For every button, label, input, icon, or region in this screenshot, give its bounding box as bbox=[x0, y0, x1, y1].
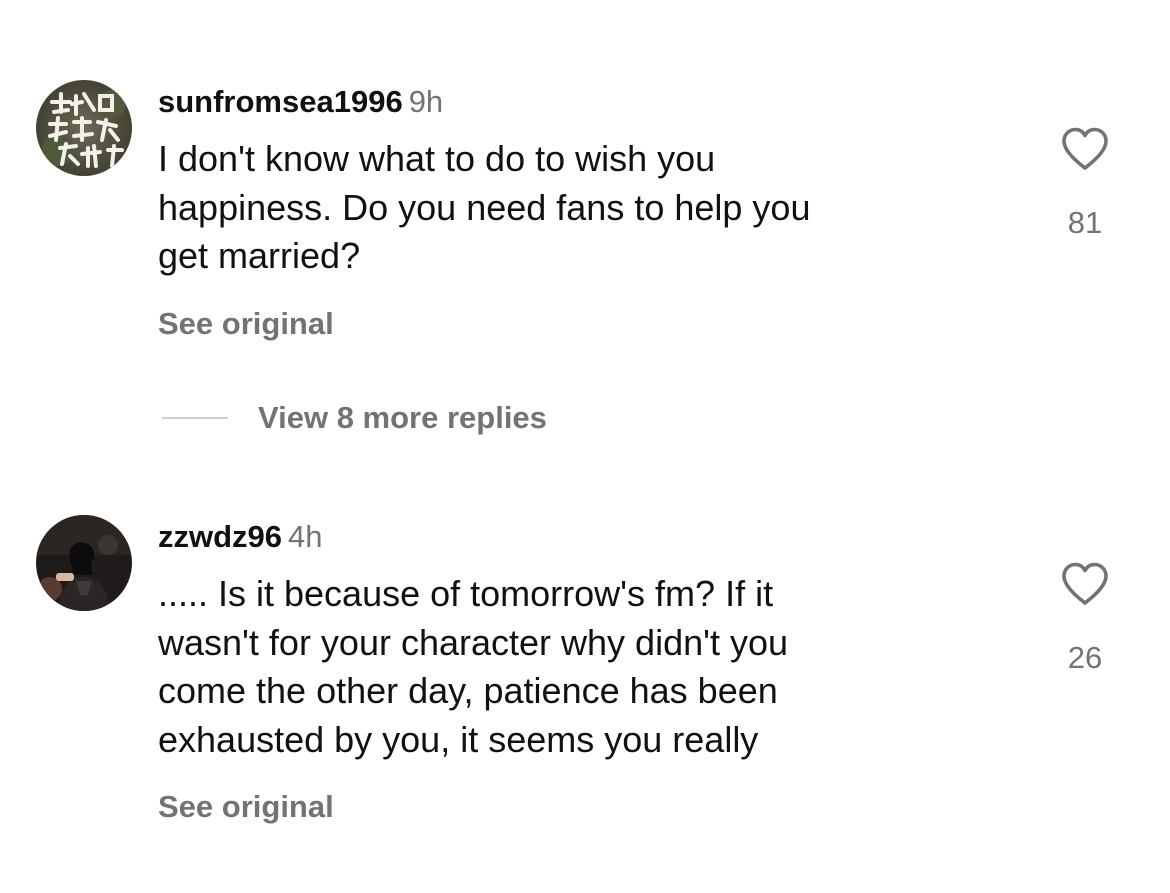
like-button[interactable] bbox=[1060, 561, 1110, 607]
replies-divider bbox=[162, 417, 228, 419]
like-count: 26 bbox=[1067, 640, 1103, 675]
view-replies-row[interactable]: View 8 more replies bbox=[0, 398, 1170, 438]
timestamp: 9h bbox=[408, 84, 444, 119]
comment-header: sunfromsea1996 9h bbox=[158, 84, 443, 120]
comment-header: zzwdz96 4h bbox=[158, 519, 323, 555]
view-more-replies-button[interactable]: View 8 more replies bbox=[258, 400, 547, 436]
like-count: 81 bbox=[1067, 205, 1103, 240]
comment-text: ..... Is it because of tomorrow's fm? If… bbox=[158, 570, 788, 764]
comment-text-line: I don't know what to do to wish you bbox=[158, 138, 716, 179]
timestamp: 4h bbox=[288, 519, 323, 554]
comment-text-line: ..... Is it because of tomorrow's fm? If… bbox=[158, 573, 774, 614]
see-original-link[interactable]: See original bbox=[158, 789, 334, 825]
username[interactable]: zzwdz96 bbox=[158, 519, 282, 554]
like-button[interactable] bbox=[1060, 126, 1110, 172]
comment-text-line: exhausted by you, it seems you really bbox=[158, 718, 759, 760]
avatar-image bbox=[36, 515, 132, 611]
heart-outline-icon bbox=[1062, 127, 1108, 170]
comment-text-line: come the other day, patience has been bbox=[158, 670, 778, 711]
avatar-image bbox=[36, 80, 132, 176]
comment-text-line: wasn't for your character why didn't you bbox=[158, 621, 789, 663]
avatar[interactable] bbox=[36, 80, 132, 176]
see-original-link[interactable]: See original bbox=[158, 306, 334, 342]
avatar[interactable] bbox=[36, 515, 132, 611]
comment-text: I don't know what to do to wish you happ… bbox=[158, 135, 810, 281]
comment-text-line: happiness. Do you need fans to help you bbox=[158, 186, 811, 228]
heart-outline-icon bbox=[1062, 562, 1108, 605]
comment-text-line: get married? bbox=[158, 235, 361, 276]
username[interactable]: sunfromsea1996 bbox=[158, 84, 403, 119]
